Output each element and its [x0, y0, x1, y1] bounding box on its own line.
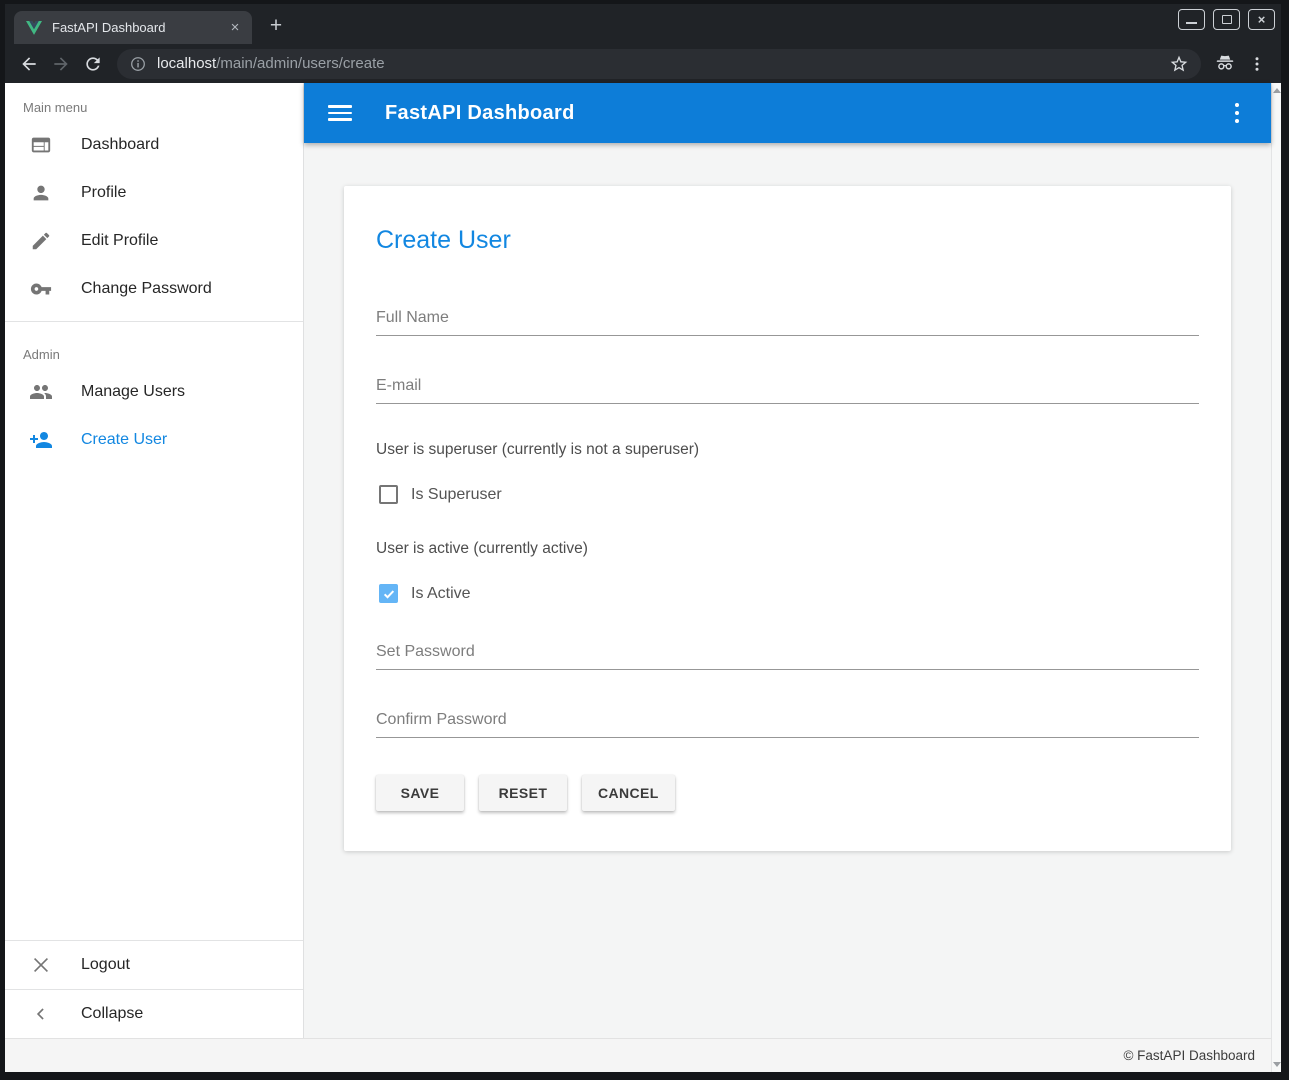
incognito-indicator [1209, 48, 1241, 80]
sidebar-item-change-password[interactable]: Change Password [5, 265, 303, 313]
scroll-up-icon[interactable] [1273, 88, 1281, 93]
sidebar-item-label: Create User [81, 431, 167, 449]
sidebar-item-manage-users[interactable]: Manage Users [5, 368, 303, 416]
email-field [376, 373, 1199, 404]
superuser-hint: User is superuser (currently is not a su… [376, 441, 1199, 459]
create-user-card: Create User User is superuser (currently… [344, 186, 1231, 851]
person-icon [29, 181, 53, 205]
sidebar-item-edit-profile[interactable]: Edit Profile [5, 217, 303, 265]
chevron-left-icon [29, 1002, 53, 1026]
reset-button[interactable]: RESET [479, 775, 567, 811]
browser-window: FastAPI Dashboard × + × localhost/main/a… [5, 4, 1281, 1072]
sidebar-item-collapse[interactable]: Collapse [5, 990, 303, 1038]
sidebar-item-logout[interactable]: Logout [5, 941, 303, 989]
set-password-input[interactable] [376, 639, 1199, 670]
window-close-button[interactable]: × [1248, 9, 1275, 30]
sidebar-section-main-menu: Main menu [5, 83, 303, 121]
content-area: Create User User is superuser (currently… [304, 143, 1271, 1038]
sidebar-divider [5, 321, 303, 322]
close-icon: × [1258, 13, 1266, 26]
sidebar-item-create-user[interactable]: Create User [5, 416, 303, 464]
sidebar-item-dashboard[interactable]: Dashboard [5, 121, 303, 169]
url-path: /main/admin/users/create [216, 55, 384, 72]
sidebar-item-profile[interactable]: Profile [5, 169, 303, 217]
page: Main menu Dashboard Profile [5, 83, 1281, 1072]
form-actions: SAVE RESET CANCEL [376, 775, 1199, 811]
arrow-forward-icon [51, 54, 71, 74]
sidebar-item-label: Logout [81, 956, 130, 974]
sidebar-bottom: Logout Collapse [5, 940, 303, 1038]
sidebar-item-label: Edit Profile [81, 232, 158, 250]
sidebar-spacer [5, 464, 303, 940]
email-input[interactable] [376, 373, 1199, 404]
sidebar-item-label: Manage Users [81, 383, 185, 401]
full-name-input[interactable] [376, 305, 1199, 336]
person-add-icon [29, 428, 53, 452]
reload-button[interactable] [77, 48, 109, 80]
vue-logo-icon [26, 20, 42, 36]
star-icon [1169, 54, 1189, 74]
appbar-menu-button[interactable] [1231, 99, 1244, 128]
confirm-password-input[interactable] [376, 707, 1199, 738]
back-button[interactable] [13, 48, 45, 80]
address-bar[interactable]: localhost/main/admin/users/create [117, 49, 1201, 79]
sidebar-item-label: Profile [81, 184, 126, 202]
url-host: localhost [157, 55, 216, 72]
sidebar-item-label: Dashboard [81, 136, 159, 154]
arrow-back-icon [19, 54, 39, 74]
sidebar-item-label: Collapse [81, 1005, 143, 1023]
bookmark-button[interactable] [1163, 48, 1195, 80]
full-name-field [376, 305, 1199, 336]
set-password-field [376, 639, 1199, 670]
is-active-checkbox-row[interactable]: Is Active [379, 584, 1199, 603]
browser-tab[interactable]: FastAPI Dashboard × [14, 11, 252, 44]
browser-menu-button[interactable] [1241, 48, 1273, 80]
app-title: FastAPI Dashboard [385, 102, 575, 125]
app-bar: FastAPI Dashboard [304, 83, 1271, 143]
incognito-icon [1214, 53, 1236, 75]
maximize-icon [1222, 15, 1232, 24]
group-icon [29, 380, 53, 404]
window-maximize-button[interactable] [1213, 9, 1240, 30]
window-controls: × [1178, 9, 1275, 30]
browser-toolbar: localhost/main/admin/users/create [5, 44, 1281, 83]
hamburger-menu-icon[interactable] [328, 105, 352, 121]
main-area: FastAPI Dashboard Create User [304, 83, 1271, 1038]
cancel-button[interactable]: CANCEL [582, 775, 675, 811]
window-minimize-button[interactable] [1178, 9, 1205, 30]
page-title: Create User [376, 226, 1199, 255]
key-icon [29, 277, 53, 301]
footer: © FastAPI Dashboard [5, 1038, 1271, 1072]
copyright-text: © FastAPI Dashboard [1123, 1048, 1255, 1063]
sidebar: Main menu Dashboard Profile [5, 83, 304, 1038]
save-button[interactable]: SAVE [376, 775, 464, 811]
checkbox-label: Is Superuser [411, 486, 502, 504]
pencil-icon [29, 229, 53, 253]
tab-close-icon[interactable]: × [226, 19, 244, 37]
site-info-icon[interactable] [129, 55, 147, 73]
url-text[interactable]: localhost/main/admin/users/create [157, 55, 1163, 72]
confirm-password-field [376, 707, 1199, 738]
tab-title: FastAPI Dashboard [52, 20, 226, 35]
forward-button[interactable] [45, 48, 77, 80]
tab-strip: FastAPI Dashboard × + × [5, 4, 1281, 44]
kebab-menu-icon [1248, 55, 1266, 73]
active-hint: User is active (currently active) [376, 540, 1199, 558]
reload-icon [83, 54, 103, 74]
scroll-down-icon[interactable] [1273, 1062, 1281, 1067]
new-tab-button[interactable]: + [262, 13, 290, 41]
sidebar-section-admin: Admin [5, 330, 303, 368]
dashboard-icon [29, 133, 53, 157]
checkbox-label: Is Active [411, 585, 471, 603]
sidebar-item-label: Change Password [81, 280, 212, 298]
is-superuser-checkbox-row[interactable]: Is Superuser [379, 485, 1199, 504]
checkbox-checked-icon[interactable] [379, 584, 398, 603]
close-x-icon [29, 953, 53, 977]
checkbox-unchecked-icon[interactable] [379, 485, 398, 504]
page-scrollbar[interactable] [1271, 83, 1281, 1072]
minimize-icon [1186, 22, 1197, 24]
